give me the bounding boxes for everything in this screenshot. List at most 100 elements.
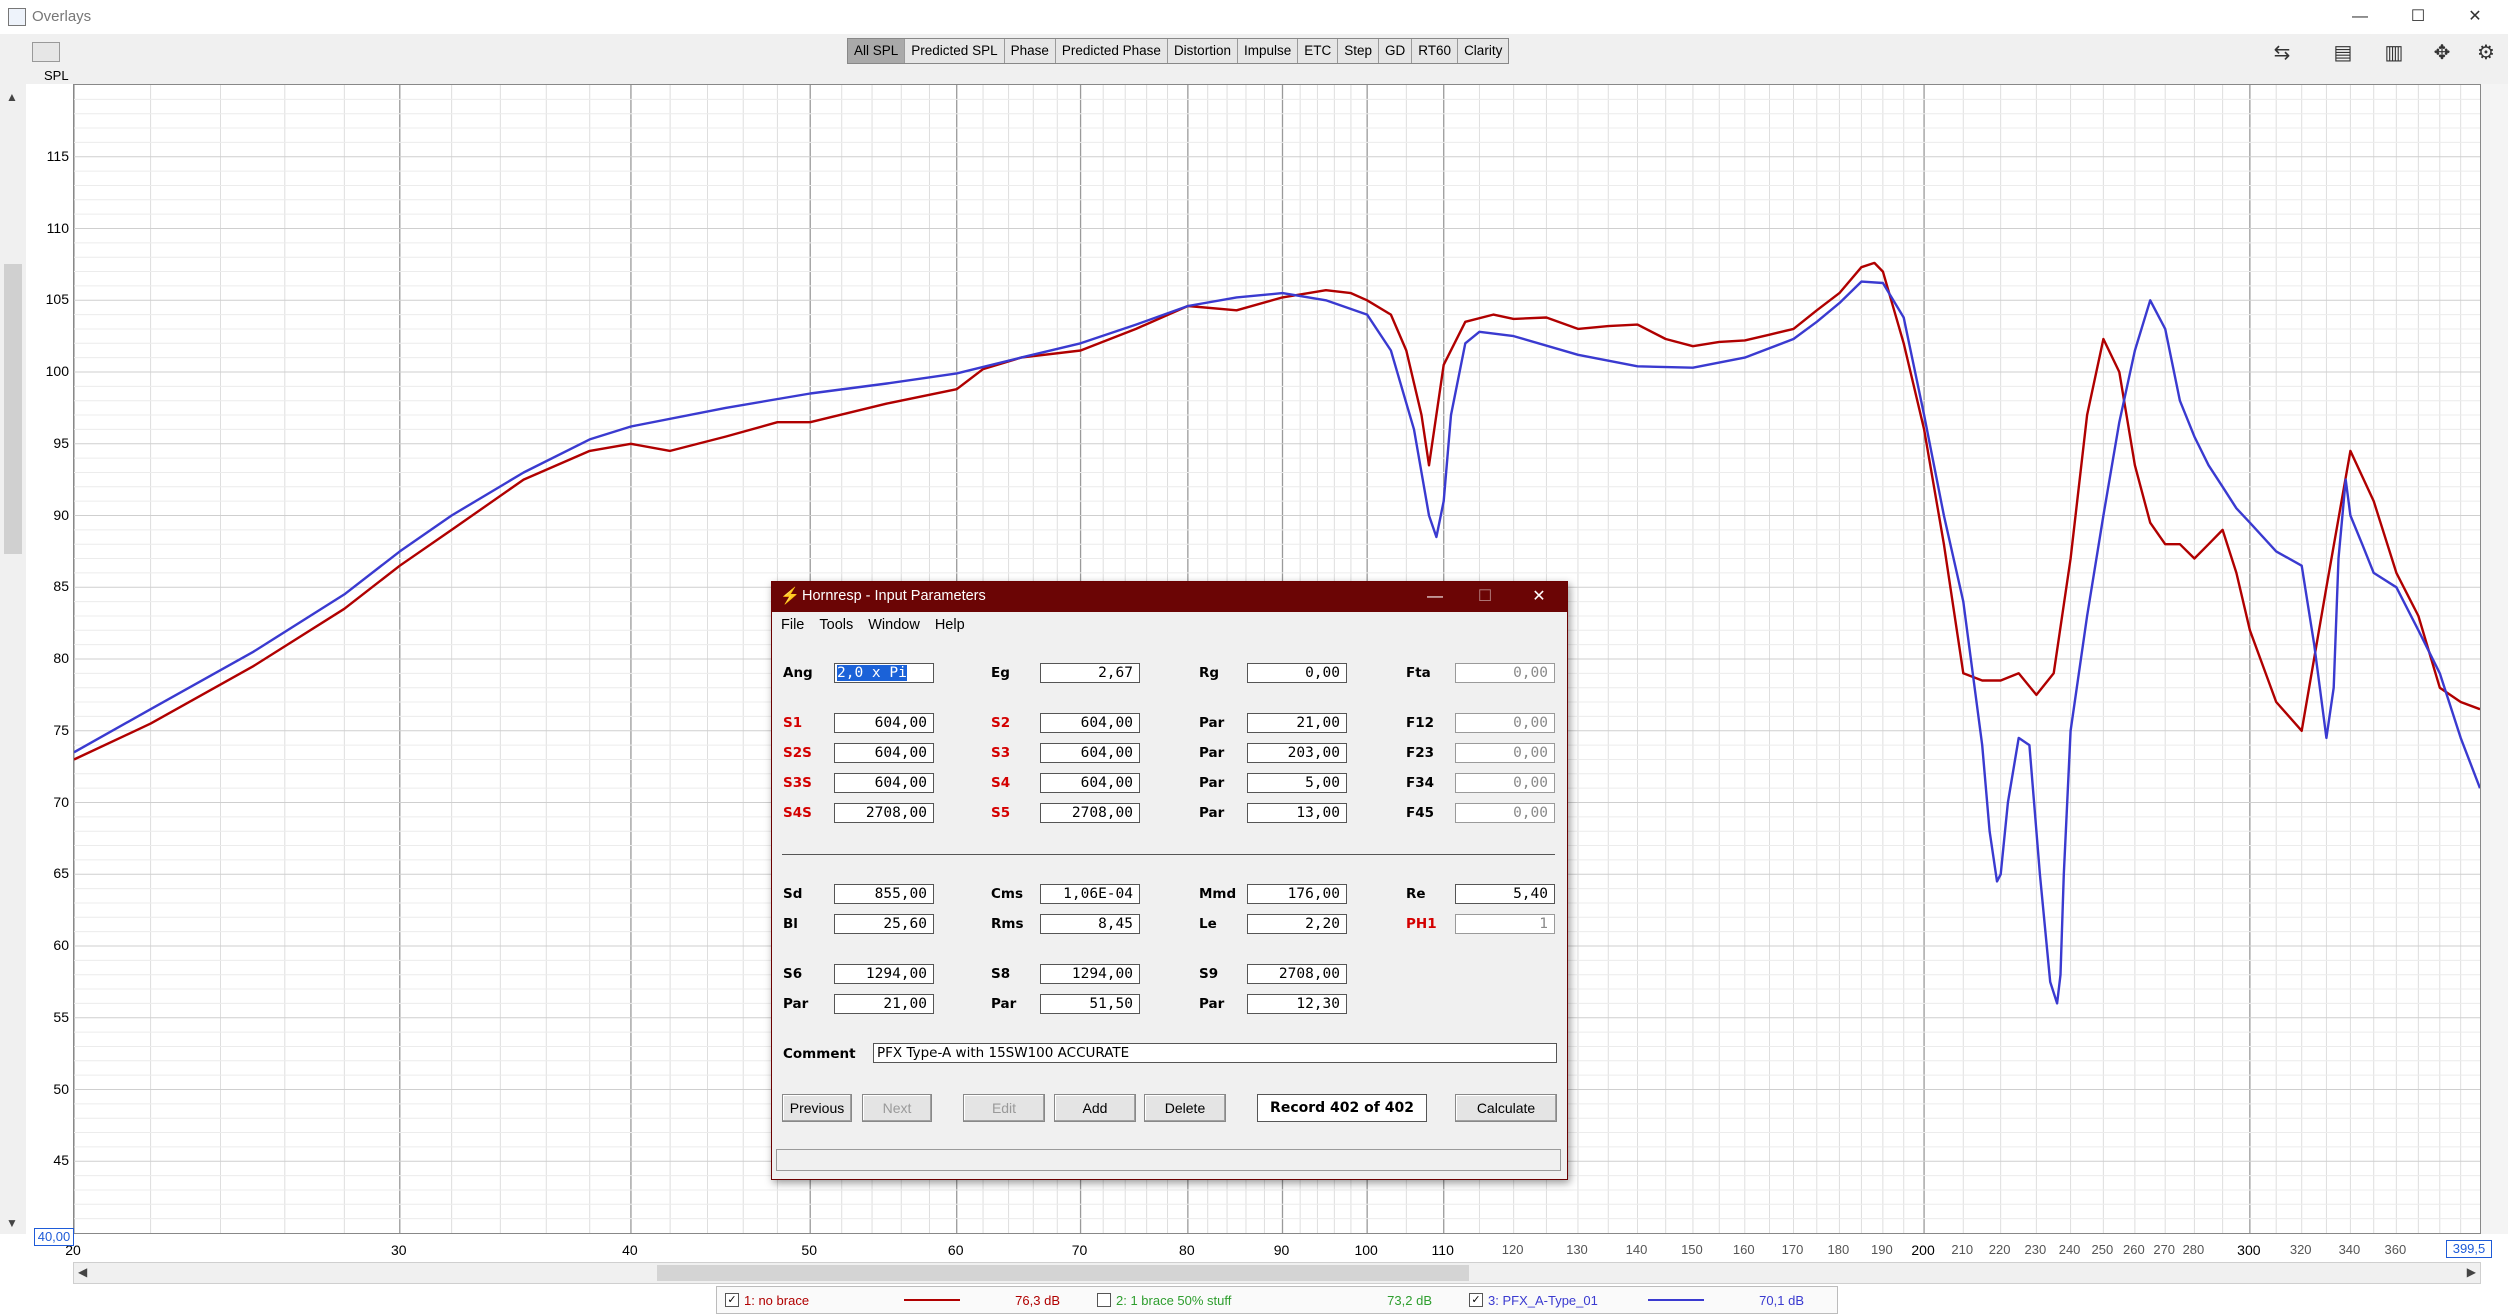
param-s5-field[interactable]: 2708,00: [1040, 803, 1140, 823]
legend-value: 76,3 dB: [1015, 1292, 1060, 1308]
legend-item-pfx[interactable]: ✓ 3: PFX_A-Type_01 70,1 dB: [1469, 1293, 1833, 1308]
previous-button[interactable]: Previous: [782, 1094, 852, 1122]
param-s3-field[interactable]: 604,00: [1040, 743, 1140, 763]
tab-all-spl[interactable]: All SPL: [848, 39, 906, 63]
scroll-down-icon[interactable]: ▼: [6, 1216, 18, 1230]
param-par2-field[interactable]: 203,00: [1247, 743, 1347, 763]
param-s4s-field[interactable]: 2708,00: [834, 803, 934, 823]
param-s4-field[interactable]: 604,00: [1040, 773, 1140, 793]
x-tick-label: 120: [1501, 1242, 1524, 1257]
param-re-field[interactable]: 5,40: [1455, 884, 1555, 904]
horizontal-scrollbar[interactable]: ◀ ▶: [73, 1262, 2481, 1284]
x-tick-label: 50: [801, 1242, 818, 1258]
pan-icon[interactable]: ✥: [2422, 40, 2462, 66]
y-min-field[interactable]: 40,00: [34, 1228, 74, 1246]
layout-icon[interactable]: ▥: [2374, 40, 2414, 66]
dialog-title: Hornresp - Input Parameters: [802, 588, 986, 604]
param-s6-field[interactable]: 1294,00: [834, 964, 934, 984]
param-par9-field[interactable]: 12,30: [1247, 994, 1347, 1014]
capture-icon[interactable]: [32, 42, 60, 62]
scroll-left-icon[interactable]: ◀: [78, 1265, 87, 1279]
overlay-compare-icon[interactable]: ⇆: [2262, 40, 2302, 66]
param-label-par: Par: [991, 996, 1017, 1012]
tab-distortion[interactable]: Distortion: [1168, 39, 1238, 63]
record-indicator: Record 402 of 402: [1257, 1094, 1427, 1122]
dialog-close-button[interactable]: ✕: [1516, 582, 1562, 612]
x-max-field[interactable]: 399,5: [2446, 1240, 2492, 1258]
delete-button[interactable]: Delete: [1144, 1094, 1226, 1122]
settings-icon[interactable]: ⚙: [2466, 40, 2506, 66]
param-s9-field[interactable]: 2708,00: [1247, 964, 1347, 984]
calculate-button[interactable]: Calculate: [1455, 1094, 1557, 1122]
param-s2-field[interactable]: 604,00: [1040, 713, 1140, 733]
add-button[interactable]: Add: [1054, 1094, 1136, 1122]
menu-window[interactable]: Window: [868, 614, 920, 636]
param-f45-field[interactable]: 0,00: [1455, 803, 1555, 823]
param-rms-field[interactable]: 8,45: [1040, 914, 1140, 934]
param-mmd-field[interactable]: 176,00: [1247, 884, 1347, 904]
param-fta-field[interactable]: 0,00: [1455, 663, 1555, 683]
legend-item-brace-stuff[interactable]: 2: 1 brace 50% stuff 73,2 dB: [1097, 1293, 1461, 1308]
param-s8-field[interactable]: 1294,00: [1040, 964, 1140, 984]
tab-rt60[interactable]: RT60: [1412, 39, 1459, 63]
tab-etc[interactable]: ETC: [1298, 39, 1339, 63]
param-ang-value: 2,0 x Pi: [837, 665, 907, 681]
comment-label: Comment: [783, 1046, 856, 1062]
param-f34-field[interactable]: 0,00: [1455, 773, 1555, 793]
scroll-thumb[interactable]: [657, 1265, 1469, 1281]
param-par3-field[interactable]: 5,00: [1247, 773, 1347, 793]
param-sd-field[interactable]: 855,00: [834, 884, 934, 904]
param-par6-field[interactable]: 21,00: [834, 994, 934, 1014]
param-f12-field[interactable]: 0,00: [1455, 713, 1555, 733]
menu-help[interactable]: Help: [935, 614, 965, 636]
tab-clarity[interactable]: Clarity: [1458, 39, 1508, 63]
tab-step[interactable]: Step: [1338, 39, 1380, 63]
param-par8-field[interactable]: 51,50: [1040, 994, 1140, 1014]
close-button[interactable]: ✕: [2440, 2, 2508, 32]
x-tick-label: 200: [1911, 1242, 1935, 1258]
x-tick-label: 80: [1179, 1242, 1195, 1258]
param-f23-field[interactable]: 0,00: [1455, 743, 1555, 763]
legend-checkbox[interactable]: ✓: [1469, 1293, 1483, 1307]
param-s1-field[interactable]: 604,00: [834, 713, 934, 733]
legend-item-no-brace[interactable]: ✓ 1: no brace 76,3 dB: [725, 1293, 1089, 1308]
comment-field[interactable]: PFX Type-A with 15SW100 ACCURATE: [873, 1043, 1557, 1063]
param-s3s-field[interactable]: 604,00: [834, 773, 934, 793]
tab-impulse[interactable]: Impulse: [1238, 39, 1299, 63]
tab-phase[interactable]: Phase: [1005, 39, 1056, 63]
x-tick-label: 250: [2091, 1242, 2114, 1257]
y-tick-label: 65: [53, 865, 69, 882]
scroll-right-icon[interactable]: ▶: [2467, 1265, 2476, 1279]
dialog-title-bar[interactable]: ⚡ Hornresp - Input Parameters — ☐ ✕: [772, 582, 1567, 612]
param-le-field[interactable]: 2,20: [1247, 914, 1347, 934]
param-ang-field[interactable]: 2,0 x Pi: [834, 663, 934, 683]
legend-checkbox[interactable]: ✓: [725, 1293, 739, 1307]
param-cms-field[interactable]: 1,06E-04: [1040, 884, 1140, 904]
capture-icon[interactable]: ▤: [2323, 40, 2363, 66]
vertical-scrollbar[interactable]: ▲ ▼: [0, 84, 27, 1234]
param-par1-field[interactable]: 21,00: [1247, 713, 1347, 733]
legend: ✓ 1: no brace 76,3 dB 2: 1 brace 50% stu…: [716, 1286, 1838, 1314]
tab-predicted-phase[interactable]: Predicted Phase: [1056, 39, 1168, 63]
param-s2s-field[interactable]: 604,00: [834, 743, 934, 763]
scroll-up-icon[interactable]: ▲: [6, 90, 18, 104]
x-tick-label: 210: [1951, 1242, 1974, 1257]
x-tick-label: 30: [390, 1242, 407, 1258]
menu-tools[interactable]: Tools: [819, 614, 853, 636]
y-axis: 115 110 105 100 95 90 85 80 75 70 65 60 55 50 45: [26, 84, 73, 1234]
param-label-s3: S3: [991, 745, 1011, 761]
tab-predicted-spl[interactable]: Predicted SPL: [905, 39, 1005, 63]
y-tick-label: 85: [53, 578, 69, 595]
graph-tabs: All SPL Predicted SPL Phase Predicted Ph…: [847, 38, 1510, 64]
scroll-thumb[interactable]: [4, 264, 22, 554]
menu-file[interactable]: File: [781, 614, 804, 636]
x-tick-label: 190: [1871, 1242, 1893, 1257]
param-eg-field[interactable]: 2,67: [1040, 663, 1140, 683]
param-bl-field[interactable]: 25,60: [834, 914, 934, 934]
legend-checkbox[interactable]: [1097, 1293, 1111, 1307]
param-rg-field[interactable]: 0,00: [1247, 663, 1347, 683]
tab-gd[interactable]: GD: [1379, 39, 1413, 63]
param-par4-field[interactable]: 13,00: [1247, 803, 1347, 823]
dialog-minimize-button[interactable]: —: [1412, 582, 1458, 612]
param-ph1-field[interactable]: 1: [1455, 914, 1555, 934]
